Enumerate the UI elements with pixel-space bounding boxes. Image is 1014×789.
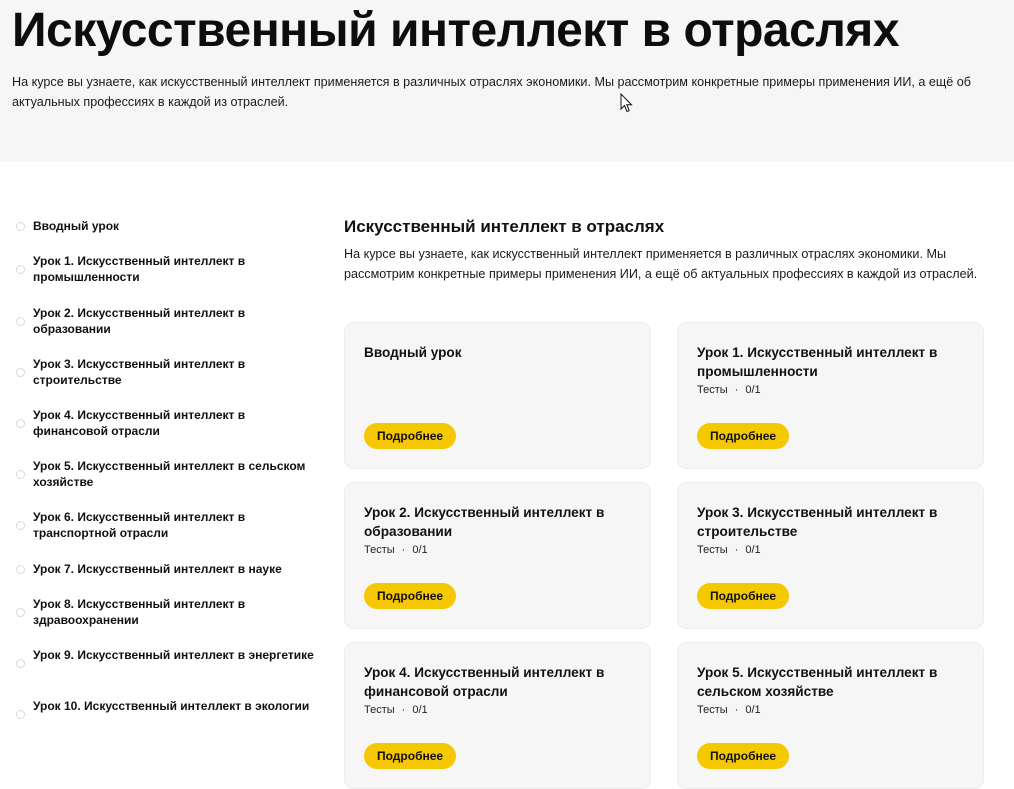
sidebar-item-lesson-8[interactable]: Урок 8. Искусственный интеллект в здраво… [16,596,316,628]
lesson-card: Урок 5. Искусственный интеллект в сельск… [677,642,984,789]
meta-separator: · [401,704,406,716]
sidebar-item-label: Урок 2. Искусственный интеллект в образо… [33,306,246,336]
tests-label: Тесты [364,544,395,556]
lesson-card-title: Урок 1. Искусственный интеллект в промыш… [697,345,938,379]
sidebar-item-lesson-2[interactable]: Урок 2. Искусственный интеллект в образо… [16,305,316,337]
sidebar-item-label: Урок 10. Искусственный интеллект в эколо… [33,699,310,713]
tests-progress: Тесты · 0/1 [697,544,761,556]
meta-separator: · [734,704,739,716]
sidebar-item-lesson-3[interactable]: Урок 3. Искусственный интеллект в строит… [16,356,316,388]
radio-circle-icon [16,565,25,574]
radio-circle-icon [16,368,25,377]
meta-separator: · [734,544,739,556]
lesson-card-title: Урок 2. Искусственный интеллект в образо… [364,505,605,539]
radio-circle-icon [16,317,25,326]
lesson-card: Вводный урок Подробнее [344,322,651,469]
details-button[interactable]: Подробнее [364,583,457,609]
radio-circle-icon [16,521,25,530]
sidebar-item-label: Урок 6. Искусственный интеллект в трансп… [33,510,246,540]
sidebar-item-lesson-4[interactable]: Урок 4. Искусственный интеллект в финанс… [16,407,316,439]
lesson-card-title: Урок 5. Искусственный интеллект в сельск… [697,665,938,699]
sidebar-item-lesson-7[interactable]: Урок 7. Искусственный интеллект в науке [16,561,316,577]
tests-count: 0/1 [412,544,428,556]
radio-circle-icon [16,265,25,274]
radio-circle-icon [16,419,25,428]
tests-count: 0/1 [745,704,761,716]
sidebar-item-label: Урок 5. Искусственный интеллект в сельск… [33,459,306,489]
tests-label: Тесты [364,704,395,716]
sidebar-item-label: Урок 9. Искусственный интеллект в энерге… [33,648,314,662]
sidebar-item-intro[interactable]: Вводный урок [16,218,316,234]
lesson-card: Урок 1. Искусственный интеллект в промыш… [677,322,984,469]
details-button[interactable]: Подробнее [364,423,457,449]
radio-circle-icon [16,710,25,719]
tests-progress: Тесты · 0/1 [364,704,428,716]
sidebar-item-lesson-5[interactable]: Урок 5. Искусственный интеллект в сельск… [16,458,316,490]
radio-circle-icon [16,222,25,231]
radio-circle-icon [16,608,25,617]
radio-circle-icon [16,470,25,479]
page-title: Искусственный интеллект в отраслях [12,4,900,57]
sidebar-item-label: Урок 1. Искусственный интеллект в промыш… [33,254,246,284]
details-button[interactable]: Подробнее [697,583,790,609]
course-description: На курсе вы узнаете, как искусственный и… [12,75,971,109]
lesson-card: Урок 2. Искусственный интеллект в образо… [344,482,651,629]
sidebar-item-lesson-6[interactable]: Урок 6. Искусственный интеллект в трансп… [16,509,316,541]
tests-progress: Тесты · 0/1 [364,544,428,556]
lesson-card-title: Урок 3. Искусственный интеллект в строит… [697,505,938,539]
tests-count: 0/1 [412,704,428,716]
tests-count: 0/1 [745,384,761,396]
sidebar-item-lesson-10[interactable]: Урок 10. Искусственный интеллект в эколо… [16,698,316,719]
sidebar-item-label: Урок 4. Искусственный интеллект в финанс… [33,408,246,438]
tests-progress: Тесты · 0/1 [697,384,761,396]
section-title: Искусственный интеллект в отраслях [344,217,665,236]
tests-label: Тесты [697,544,728,556]
tests-count: 0/1 [745,544,761,556]
sidebar-item-label: Вводный урок [33,219,120,233]
details-button[interactable]: Подробнее [364,743,457,769]
lesson-card-title: Урок 4. Искусственный интеллект в финанс… [364,665,605,699]
lesson-card: Урок 3. Искусственный интеллект в строит… [677,482,984,629]
tests-label: Тесты [697,384,728,396]
radio-circle-icon [16,659,25,668]
lesson-card: Урок 4. Искусственный интеллект в финанс… [344,642,651,789]
sidebar-item-label: Урок 3. Искусственный интеллект в строит… [33,357,246,387]
mouse-cursor-icon [620,93,633,113]
course-header: Искусственный интеллект в отраслях На ку… [0,0,1014,162]
lesson-card-title: Вводный урок [364,345,462,360]
sidebar-item-lesson-9[interactable]: Урок 9. Искусственный интеллект в энерге… [16,647,316,668]
sidebar-item-lesson-1[interactable]: Урок 1. Искусственный интеллект в промыш… [16,253,316,285]
tests-label: Тесты [697,704,728,716]
tests-progress: Тесты · 0/1 [697,704,761,716]
details-button[interactable]: Подробнее [697,743,790,769]
sidebar-item-label: Урок 8. Искусственный интеллект в здраво… [33,597,246,627]
meta-separator: · [734,384,739,396]
sidebar-item-label: Урок 7. Искусственный интеллект в науке [33,562,282,576]
section-description: На курсе вы узнаете, как искусственный и… [344,247,978,281]
meta-separator: · [401,544,406,556]
details-button[interactable]: Подробнее [697,423,790,449]
